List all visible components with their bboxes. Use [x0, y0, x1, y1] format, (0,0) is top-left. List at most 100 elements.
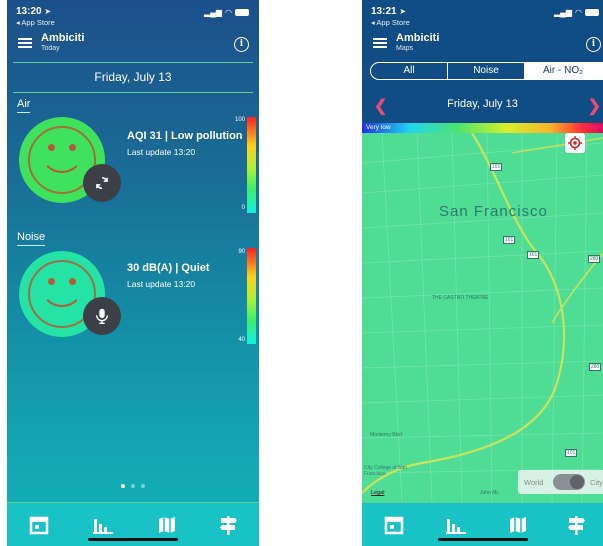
air-scale-min: 0	[241, 205, 245, 211]
page-dot[interactable]	[131, 484, 135, 488]
toggle-knob	[570, 475, 584, 489]
tab-bar	[362, 502, 603, 546]
wifi-icon: ◠	[225, 8, 232, 17]
page-indicator[interactable]	[7, 484, 259, 488]
signal-icon: ▂▄▆	[554, 8, 573, 17]
noise-scale-max: 90	[238, 249, 245, 255]
no2-color-legend	[362, 123, 603, 133]
tab-maps[interactable]	[151, 509, 183, 541]
noise-scale-bar	[247, 248, 256, 344]
date-divider	[13, 92, 253, 93]
legend-high-label: Very high	[573, 124, 601, 131]
air-reading: AQI 31 | Low pollution	[127, 130, 243, 142]
status-bar: 13:20 ➤ ◂ App Store	[16, 6, 55, 27]
segment-air-no2[interactable]: Air - NO₂	[525, 63, 602, 79]
tab-today[interactable]	[23, 509, 55, 541]
map-icon	[510, 517, 526, 533]
status-icons: ▂▄▆ ◠	[204, 8, 249, 17]
app-header: Ambiciti Today i	[7, 28, 259, 58]
city-college-label: City College of San Francisco	[364, 465, 407, 477]
tab-stats[interactable]	[440, 509, 472, 541]
pollution-map[interactable]: San Francisco THE CASTRO THEATRE Montere…	[362, 133, 603, 502]
highway-shield: 101	[490, 163, 503, 171]
home-indicator	[88, 538, 178, 541]
tab-stats[interactable]	[87, 509, 119, 541]
highway-shield: 101	[565, 449, 578, 457]
current-date: Friday, July 13	[94, 70, 172, 84]
legend-low-label: Very low	[366, 124, 391, 131]
air-scale-bar	[247, 117, 256, 213]
tab-maps[interactable]	[502, 509, 534, 541]
home-indicator	[437, 538, 528, 541]
locate-me-button[interactable]	[565, 133, 585, 153]
battery-icon	[585, 9, 599, 16]
calendar-icon	[29, 516, 49, 535]
segment-noise[interactable]: Noise	[448, 63, 525, 79]
record-noise-button[interactable]	[83, 297, 121, 335]
signpost-icon	[220, 516, 237, 535]
noise-scale-min: 40	[238, 337, 245, 343]
crosshair-icon	[568, 136, 582, 150]
air-section-label: Air	[17, 98, 31, 113]
app-title: Ambiciti	[396, 32, 440, 44]
air-last-update: Last update 13:20	[127, 147, 196, 157]
back-to-app-store[interactable]: ◂ App Store	[16, 18, 55, 27]
info-icon[interactable]: i	[586, 37, 601, 52]
noise-reading: 30 dB(A) | Quiet	[127, 262, 210, 274]
header-divider	[13, 62, 253, 63]
hamburger-menu-icon[interactable]	[18, 38, 32, 48]
bar-chart-icon	[446, 519, 466, 534]
calendar-icon	[384, 516, 404, 535]
refresh-icon	[96, 177, 108, 189]
monterey-blvd-label: Monterey Blvd	[370, 432, 402, 438]
page-dot[interactable]	[141, 484, 145, 488]
toggle-world-label: World	[524, 478, 544, 487]
hamburger-menu-icon[interactable]	[373, 38, 387, 48]
app-subtitle: Maps	[396, 45, 414, 52]
highway-shield: 280	[589, 363, 602, 371]
status-bar: 13:21 ➤ ◂ App Store	[371, 6, 410, 27]
microphone-icon	[96, 308, 108, 324]
toggle-city-label: City	[590, 478, 603, 487]
signal-icon: ▂▄▆	[204, 8, 223, 17]
street-grid	[362, 133, 603, 502]
highway-shield: 101	[503, 236, 516, 244]
wifi-icon: ◠	[575, 8, 582, 17]
tab-today[interactable]	[378, 509, 410, 541]
app-title: Ambiciti	[41, 32, 85, 44]
tab-bar	[7, 502, 259, 546]
tab-directions[interactable]	[212, 509, 244, 541]
app-header: Ambiciti Maps i	[362, 28, 603, 58]
map-icon	[159, 517, 175, 533]
bar-chart-icon	[93, 519, 113, 534]
air-scale-max: 100	[234, 117, 245, 123]
app-subtitle: Today	[41, 45, 60, 52]
world-city-toggle[interactable]: World City	[518, 470, 603, 494]
page-dot[interactable]	[121, 484, 125, 488]
highway-shield: 101	[527, 251, 540, 259]
status-icons: ▂▄▆ ◠	[554, 8, 599, 17]
maps-screen: 13:21 ➤ ◂ App Store ▂▄▆ ◠ Ambiciti Maps …	[362, 0, 603, 546]
battery-icon	[235, 9, 249, 16]
date-navigator: ❮ Friday, July 13 ❯	[362, 95, 603, 115]
layer-segmented-control: All Noise Air - NO₂	[370, 62, 603, 80]
noise-last-update: Last update 13:20	[127, 279, 196, 289]
tab-directions[interactable]	[560, 509, 592, 541]
castro-theatre-label: THE CASTRO THEATRE	[432, 295, 489, 301]
today-screen: 13:20 ➤ ◂ App Store ▂▄▆ ◠ Ambiciti Today…	[7, 0, 259, 546]
status-time: 13:20	[16, 6, 42, 17]
back-to-app-store[interactable]: ◂ App Store	[371, 18, 410, 27]
refresh-button[interactable]	[83, 164, 121, 202]
toggle-switch[interactable]	[553, 474, 585, 490]
city-name-label: San Francisco	[439, 203, 548, 220]
info-icon[interactable]: i	[234, 37, 249, 52]
john-mc-label: John Mc	[480, 490, 499, 496]
next-day-chevron-icon[interactable]: ❯	[588, 96, 601, 116]
signpost-icon	[568, 516, 585, 535]
segment-all[interactable]: All	[371, 63, 448, 79]
map-date: Friday, July 13	[447, 98, 518, 110]
status-time: 13:21	[371, 6, 397, 17]
noise-section-label: Noise	[17, 231, 46, 246]
highway-shield: 280	[588, 255, 601, 263]
legal-link[interactable]: Legal	[371, 490, 384, 496]
